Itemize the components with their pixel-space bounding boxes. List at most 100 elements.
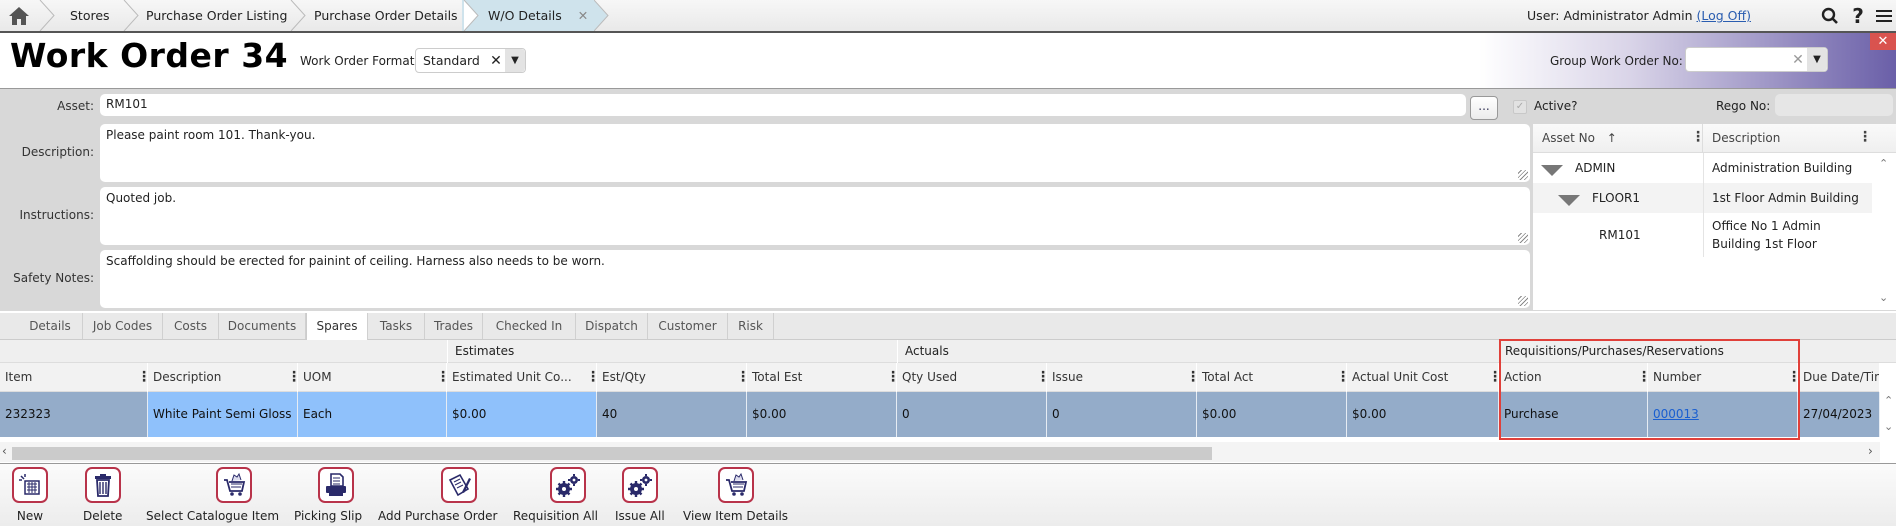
close-tab-icon[interactable]: ✕ <box>578 8 588 23</box>
close-button[interactable]: ✕ <box>1870 33 1896 50</box>
chevron-down-icon[interactable]: ▼ <box>1807 48 1827 71</box>
breadcrumb-purchase-order-listing[interactable]: Purchase Order Listing <box>124 0 289 31</box>
menu-button[interactable] <box>1872 4 1896 28</box>
tab-trades[interactable]: Trades <box>425 313 483 339</box>
add-purchase-order-button[interactable]: Add Purchase Order <box>378 467 497 523</box>
scroll-down-icon[interactable]: ⌄ <box>1879 291 1888 304</box>
issue-all-button[interactable]: Issue All <box>615 467 665 523</box>
view-item-details-button[interactable]: View Item Details <box>683 467 788 523</box>
column-header-estimated-unit-cost[interactable]: Estimated Unit Co... ⋮ <box>447 363 600 392</box>
tab-checked-in[interactable]: Checked In <box>483 313 576 339</box>
tree-asset-no: FLOOR1 <box>1592 191 1641 205</box>
column-menu-icon[interactable]: ⋮ <box>1036 370 1050 384</box>
column-menu-icon[interactable]: ⋮ <box>586 370 600 384</box>
new-button[interactable]: New <box>12 467 48 523</box>
column-header-label: Asset No <box>1542 131 1595 145</box>
safety-notes-textarea[interactable]: Scaffolding should be erected for painin… <box>100 250 1530 308</box>
column-header-est-qty[interactable]: Est/Qty ⋮ <box>597 363 750 392</box>
tab-customer[interactable]: Customer <box>648 313 728 339</box>
column-header-total-est[interactable]: Total Est ⋮ <box>747 363 900 392</box>
column-menu-icon[interactable]: ⋮ <box>1336 370 1350 384</box>
picking-slip-button[interactable]: Picking Slip <box>294 467 362 523</box>
collapse-triangle-icon[interactable] <box>1558 195 1580 206</box>
tab-risk[interactable]: Risk <box>728 313 774 339</box>
clear-icon[interactable]: ✕ <box>487 53 505 69</box>
help-button[interactable]: ? <box>1846 4 1870 28</box>
tab-tasks[interactable]: Tasks <box>368 313 425 339</box>
printer-icon <box>325 473 346 496</box>
safety-notes-value: Scaffolding should be erected for painin… <box>106 254 605 268</box>
scroll-down-icon[interactable]: ⌄ <box>1884 420 1893 433</box>
column-header-actual-unit-cost[interactable]: Actual Unit Cost ⋮ <box>1347 363 1502 392</box>
column-header-item[interactable]: Item ⋮ <box>0 363 151 392</box>
column-header-asset-no[interactable]: Asset No ↑ ⋮ <box>1533 124 1705 153</box>
chevron-down-icon[interactable]: ▼ <box>505 49 525 72</box>
select-catalogue-item-button[interactable]: Select Catalogue Item <box>146 467 279 523</box>
tab-details[interactable]: Details <box>18 313 83 339</box>
delete-label: Delete <box>83 509 123 523</box>
home-button[interactable] <box>0 0 38 31</box>
search-button[interactable] <box>1818 4 1842 28</box>
column-menu-icon[interactable]: ⋮ <box>436 370 450 384</box>
asset-input[interactable]: RM101 <box>100 94 1466 116</box>
column-header-description[interactable]: Description ⋮ <box>1703 124 1872 153</box>
scrollbar-thumb[interactable] <box>12 447 1212 460</box>
rego-no-label: Rego No: <box>1716 99 1771 113</box>
resize-grip-icon[interactable] <box>1518 296 1528 306</box>
column-menu-icon[interactable]: ⋮ <box>1488 370 1502 384</box>
column-header-total-act[interactable]: Total Act ⋮ <box>1197 363 1350 392</box>
collapse-triangle-icon[interactable] <box>1541 165 1563 176</box>
column-menu-icon[interactable]: ⋮ <box>886 370 900 384</box>
cell-est-qty: 40 <box>597 392 747 437</box>
active-checkbox[interactable]: ✓ <box>1513 100 1527 114</box>
delete-button[interactable]: Delete <box>83 467 122 523</box>
scroll-left-icon[interactable]: ‹ <box>2 444 7 458</box>
description-label: Description: <box>21 145 94 159</box>
scroll-up-icon[interactable]: ⌃ <box>1879 157 1888 170</box>
tab-dispatch[interactable]: Dispatch <box>576 313 648 339</box>
resize-grip-icon[interactable] <box>1518 170 1528 180</box>
column-header-description[interactable]: Description ⋮ <box>148 363 301 392</box>
work-order-format-select[interactable]: Standard ✕ ▼ <box>415 48 526 73</box>
resize-grip-icon[interactable] <box>1518 233 1528 243</box>
cell-estimated-unit-cost: $0.00 <box>447 392 597 437</box>
column-menu-icon[interactable]: ⋮ <box>287 370 301 384</box>
gears-icon <box>555 474 580 497</box>
column-menu-icon[interactable]: ⋮ <box>736 370 750 384</box>
grid-vertical-scrollbar[interactable]: ⌃ ⌄ <box>1880 392 1896 440</box>
column-header-label: Total Act <box>1202 370 1254 384</box>
rego-no-input[interactable] <box>1775 94 1893 116</box>
column-menu-icon[interactable]: ⋮ <box>137 370 151 384</box>
tab-job-codes[interactable]: Job Codes <box>83 313 163 339</box>
column-header-due-date[interactable]: Due Date/Tin <box>1798 363 1880 392</box>
column-menu-icon[interactable]: ⋮ <box>1858 130 1872 144</box>
description-textarea[interactable]: Please paint room 101. Thank-you. <box>100 124 1530 182</box>
scroll-up-icon[interactable]: ⌃ <box>1884 394 1893 407</box>
column-header-issue[interactable]: Issue ⋮ <box>1047 363 1200 392</box>
log-off-link[interactable]: (Log Off) <box>1696 8 1751 23</box>
clear-icon[interactable]: ✕ <box>1789 52 1807 68</box>
breadcrumb-stores[interactable]: Stores <box>48 0 128 31</box>
column-menu-icon[interactable]: ⋮ <box>1186 370 1200 384</box>
tab-documents[interactable]: Documents <box>219 313 306 339</box>
instructions-textarea[interactable]: Quoted job. <box>100 187 1530 245</box>
group-work-order-label: Group Work Order No: <box>1550 54 1683 68</box>
column-menu-icon[interactable]: ⋮ <box>1691 130 1705 144</box>
tab-costs[interactable]: Costs <box>163 313 219 339</box>
column-header-uom[interactable]: UOM ⋮ <box>298 363 450 392</box>
tree-vertical-scrollbar[interactable]: ⌃ ⌄ <box>1874 153 1896 310</box>
view-item-details-label: View Item Details <box>683 509 789 523</box>
hamburger-icon <box>1876 10 1892 22</box>
tab-spares[interactable]: Spares <box>306 313 368 340</box>
column-header-qty-used[interactable]: Qty Used ⋮ <box>897 363 1050 392</box>
tab-bar: Details Job Codes Costs Documents Spares… <box>0 313 1896 340</box>
column-header-label: Issue <box>1052 370 1084 384</box>
requisition-all-label: Requisition All <box>513 509 599 523</box>
scroll-right-icon[interactable]: › <box>1868 444 1873 458</box>
add-purchase-order-label: Add Purchase Order <box>378 509 498 523</box>
group-work-order-select[interactable]: ✕ ▼ <box>1685 47 1828 72</box>
asset-browse-button[interactable]: ... <box>1470 96 1498 120</box>
requisition-all-button[interactable]: Requisition All <box>513 467 598 523</box>
column-divider <box>1703 153 1704 257</box>
breadcrumb-purchase-order-details[interactable]: Purchase Order Details <box>292 0 462 31</box>
